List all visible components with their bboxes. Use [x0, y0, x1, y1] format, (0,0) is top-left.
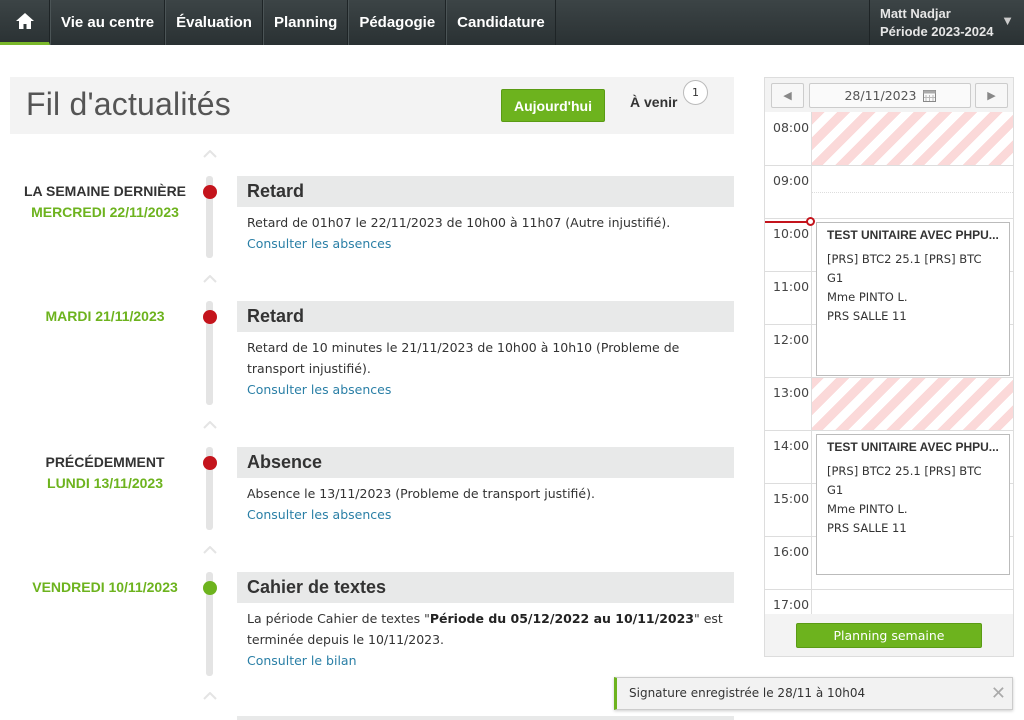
hour-label: 10:00 — [773, 226, 810, 241]
hour-label: 11:00 — [773, 279, 810, 294]
nav-evaluation[interactable]: Évaluation — [165, 0, 263, 45]
feed-date: LA SEMAINE DERNIÈRE MERCREDI 22/11/2023 — [10, 181, 200, 223]
feed-card-text: Retard de 10 minutes le 21/11/2023 de 10… — [247, 340, 680, 376]
home-icon — [15, 13, 34, 29]
consult-absences-link[interactable]: Consulter les absences — [247, 379, 727, 400]
hour-label: 09:00 — [773, 173, 810, 188]
feed-date: MARDI 21/11/2023 — [10, 306, 200, 327]
calendar-event[interactable]: TEST UNITAIRE AVEC PHPU... [PRS] BTC2 25… — [816, 434, 1010, 575]
current-time-marker — [806, 217, 815, 226]
event-teacher: Mme PINTO L. — [827, 502, 908, 516]
consult-absences-link[interactable]: Consulter les absences — [247, 233, 727, 254]
feed-date-label: MERCREDI 22/11/2023 — [31, 204, 179, 220]
calendar-grid: 08:00 09:00 10:00 11:00 12:00 13:00 14:0… — [765, 112, 1013, 614]
event-group: [PRS] BTC2 25.1 [PRS] BTC G1 — [827, 252, 982, 285]
event-group: [PRS] BTC2 25.1 [PRS] BTC G1 — [827, 464, 982, 497]
feed-card-title: Retard — [237, 301, 734, 332]
hour-label: 12:00 — [773, 332, 810, 347]
event-title: TEST UNITAIRE AVEC PHPU... — [827, 228, 999, 242]
feed-header: Fil d'actualités Aujourd'hui À venir 1 — [10, 77, 734, 134]
nav-candidature[interactable]: Candidature — [446, 0, 556, 45]
relative-period-label: PRÉCÉDEMMENT — [45, 454, 165, 470]
feed-card-body: Retard de 10 minutes le 21/11/2023 de 10… — [247, 337, 727, 400]
status-dot — [203, 310, 217, 324]
toast-message: Signature enregistrée le 28/11 à 10h04 — [629, 686, 866, 700]
user-menu[interactable]: Matt Nadjar Période 2023-2024 ▼ — [869, 0, 1024, 45]
feed-date-label: LUNDI 13/11/2023 — [47, 475, 163, 491]
feed-card-body: La période Cahier de textes "Période du … — [247, 608, 727, 671]
unavailable-slot — [812, 112, 1013, 165]
previous-day-button[interactable]: ◀ — [771, 83, 804, 108]
top-navigation: Vie au centre Évaluation Planning Pédago… — [0, 0, 1024, 45]
feed-card-text: Retard de 01h07 le 22/11/2023 de 10h00 à… — [247, 215, 671, 230]
status-dot — [203, 456, 217, 470]
current-date: 28/11/2023 — [844, 88, 917, 103]
notification-toast: Signature enregistrée le 28/11 à 10h04 ✕ — [614, 677, 1013, 710]
chevron-left-icon: ◀ — [783, 89, 792, 102]
nav-pedagogie[interactable]: Pédagogie — [348, 0, 447, 45]
chevron-right-icon: ▶ — [987, 89, 996, 102]
hour-label: 13:00 — [773, 385, 810, 400]
event-teacher: Mme PINTO L. — [827, 290, 908, 304]
calendar-icon — [922, 90, 936, 102]
home-button[interactable] — [0, 0, 50, 45]
feed-card-text: Absence le 13/11/2023 (Probleme de trans… — [247, 486, 595, 501]
feed-date-label: VENDREDI 10/11/2023 — [32, 579, 178, 595]
event-title: TEST UNITAIRE AVEC PHPU... — [827, 440, 999, 454]
hour-label: 14:00 — [773, 438, 810, 453]
feed-card-body: Retard de 01h07 le 22/11/2023 de 10h00 à… — [247, 212, 727, 254]
hour-label: 15:00 — [773, 491, 810, 506]
hour-label: 17:00 — [773, 597, 810, 612]
feed-date: VENDREDI 10/11/2023 — [10, 577, 200, 598]
unavailable-slot — [812, 377, 1013, 430]
day-calendar: ◀ 28/11/2023 ▶ 08:00 09:00 10:00 11:00 1… — [764, 77, 1014, 657]
page-title: Fil d'actualités — [26, 86, 231, 122]
nav-vie-au-centre[interactable]: Vie au centre — [50, 0, 166, 45]
feed-card-title — [237, 716, 734, 720]
chevron-up-icon — [203, 150, 217, 158]
upcoming-button[interactable]: À venir — [630, 94, 677, 110]
feed-date: PRÉCÉDEMMENT LUNDI 13/11/2023 — [10, 452, 200, 494]
current-time-line — [765, 221, 811, 223]
relative-period-label: LA SEMAINE DERNIÈRE — [23, 183, 187, 199]
chevron-up-icon — [203, 546, 217, 554]
consult-absences-link[interactable]: Consulter les absences — [247, 504, 727, 525]
event-room: PRS SALLE 11 — [827, 309, 907, 323]
feed-card-body: Absence le 13/11/2023 (Probleme de trans… — [247, 483, 727, 525]
feed-date-label: MARDI 21/11/2023 — [45, 308, 165, 324]
nav-planning[interactable]: Planning — [262, 0, 349, 45]
upcoming-count-badge: 1 — [683, 80, 708, 105]
feed-card-text: La période Cahier de textes "Période du … — [247, 611, 723, 647]
caret-down-icon: ▼ — [1001, 13, 1014, 28]
next-day-button[interactable]: ▶ — [975, 83, 1008, 108]
chevron-up-icon — [203, 275, 217, 283]
week-planning-button[interactable]: Planning semaine — [796, 623, 982, 648]
today-button[interactable]: Aujourd'hui — [501, 89, 605, 122]
feed-card-title: Absence — [237, 447, 734, 478]
hour-label: 08:00 — [773, 120, 810, 135]
close-icon[interactable]: ✕ — [991, 678, 1006, 709]
chevron-up-icon — [203, 421, 217, 429]
feed-card-title: Retard — [237, 176, 734, 207]
hour-label: 16:00 — [773, 544, 810, 559]
event-room: PRS SALLE 11 — [827, 521, 907, 535]
date-picker[interactable]: 28/11/2023 — [809, 83, 971, 108]
consult-report-link[interactable]: Consulter le bilan — [247, 650, 727, 671]
calendar-event[interactable]: TEST UNITAIRE AVEC PHPU... [PRS] BTC2 25… — [816, 222, 1010, 376]
status-dot — [203, 581, 217, 595]
chevron-up-icon — [203, 692, 217, 700]
status-dot — [203, 185, 217, 199]
feed-card-title: Cahier de textes — [237, 572, 734, 603]
